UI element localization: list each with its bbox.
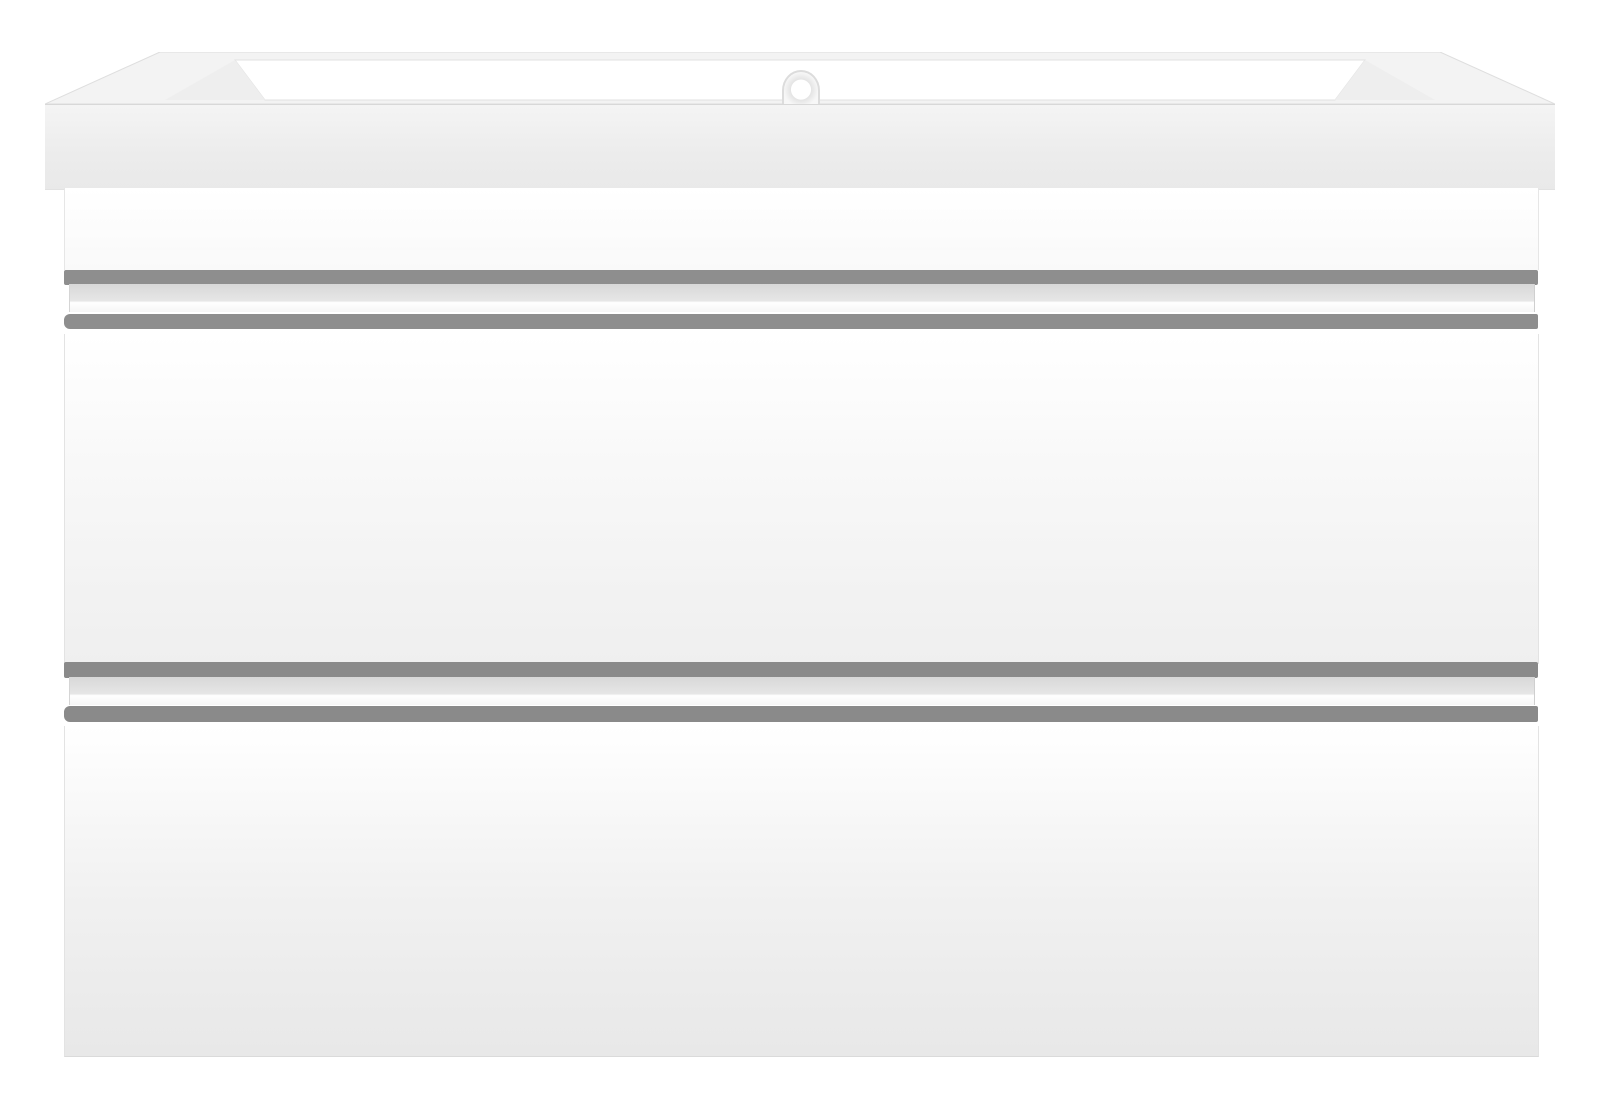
vanity-unit-scene <box>0 0 1600 1106</box>
basin-front-rim <box>45 104 1555 189</box>
lower-handle-rail-top <box>64 662 1538 678</box>
upper-drawer-front[interactable] <box>64 334 1539 664</box>
lower-handle-rail-bottom <box>64 706 1538 722</box>
lower-drawer-front[interactable] <box>64 726 1539 1057</box>
lower-drawer-handle-groove[interactable] <box>69 677 1535 705</box>
cabinet-top-panel <box>64 188 1539 270</box>
upper-handle-rail-bottom <box>64 314 1538 329</box>
upper-drawer-handle-groove[interactable] <box>69 284 1535 312</box>
basin-overflow-hole <box>782 70 820 104</box>
upper-handle-rail-top <box>64 270 1538 285</box>
